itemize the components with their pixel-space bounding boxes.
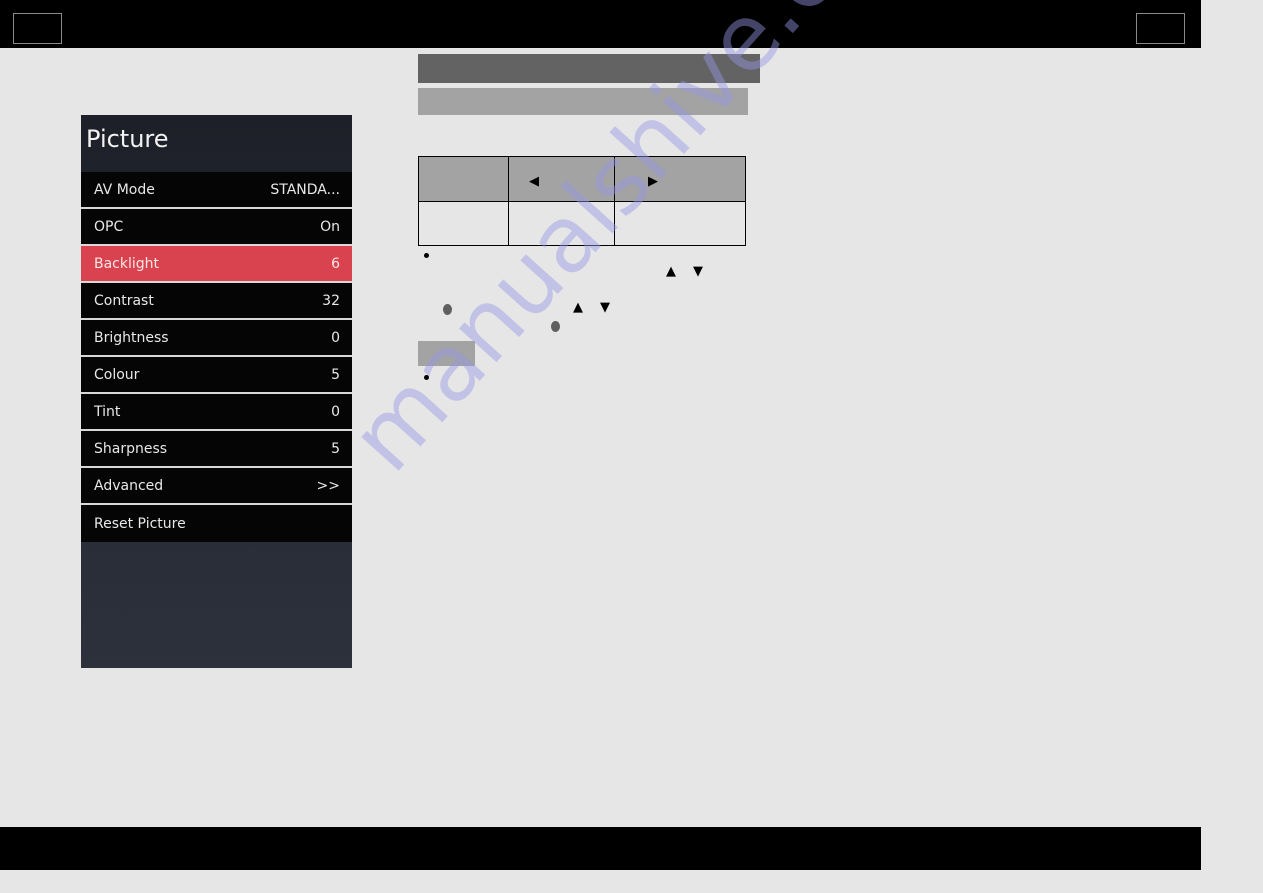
- table-header-cell: [418, 156, 509, 202]
- menu-item-value: STANDA...: [270, 181, 340, 198]
- menu-title: Picture: [86, 125, 169, 153]
- menu-item-label: AV Mode: [94, 181, 155, 198]
- menu-item-value: 32: [322, 292, 340, 309]
- next-page-button[interactable]: [1136, 13, 1185, 44]
- menu-item-colour[interactable]: Colour 5: [81, 357, 352, 394]
- menu-item-label: Advanced: [94, 477, 164, 494]
- menu-item-brightness[interactable]: Brightness 0: [81, 320, 352, 357]
- menu-item-label: Backlight: [94, 255, 160, 272]
- menu-item-label: Brightness: [94, 329, 169, 346]
- menu-item-opc[interactable]: OPC On: [81, 209, 352, 246]
- menu-item-advanced[interactable]: Advanced >>: [81, 468, 352, 505]
- bottom-bar: [0, 827, 1201, 870]
- menu-item-contrast[interactable]: Contrast 32: [81, 283, 352, 320]
- menu-item-label: Sharpness: [94, 440, 168, 457]
- menu-item-sharpness[interactable]: Sharpness 5: [81, 431, 352, 468]
- menu-item-av-mode[interactable]: AV Mode STANDA...: [81, 172, 352, 209]
- menu-item-value: 6: [331, 255, 340, 272]
- up-arrow-icon: ▲: [666, 264, 676, 279]
- left-arrow-icon: ◀: [529, 173, 539, 189]
- menu-item-value: 0: [331, 329, 340, 346]
- menu-item-label: Reset Picture: [94, 515, 186, 532]
- menu-item-value: On: [320, 218, 340, 235]
- menu-item-label: Contrast: [94, 292, 154, 309]
- top-bar: [0, 0, 1201, 48]
- bullet: [424, 253, 429, 258]
- menu-item-reset-picture[interactable]: Reset Picture: [81, 505, 352, 542]
- menu-item-label: Colour: [94, 366, 140, 383]
- menu-item-label: Tint: [94, 403, 121, 420]
- menu-item-backlight[interactable]: Backlight 6: [81, 246, 352, 283]
- down-arrow-icon: ▼: [600, 300, 610, 315]
- menu-item-tint[interactable]: Tint 0: [81, 394, 352, 431]
- menu-item-label: OPC: [94, 218, 124, 235]
- menu-item-value: 5: [331, 440, 340, 457]
- picture-menu: Picture AV Mode STANDA... OPC On Backlight 6 C…: [81, 115, 352, 668]
- prev-page-button[interactable]: [13, 13, 62, 44]
- down-arrow-icon: ▼: [693, 264, 703, 279]
- menu-item-value: 5: [331, 366, 340, 383]
- menu-item-value: >>: [316, 477, 340, 494]
